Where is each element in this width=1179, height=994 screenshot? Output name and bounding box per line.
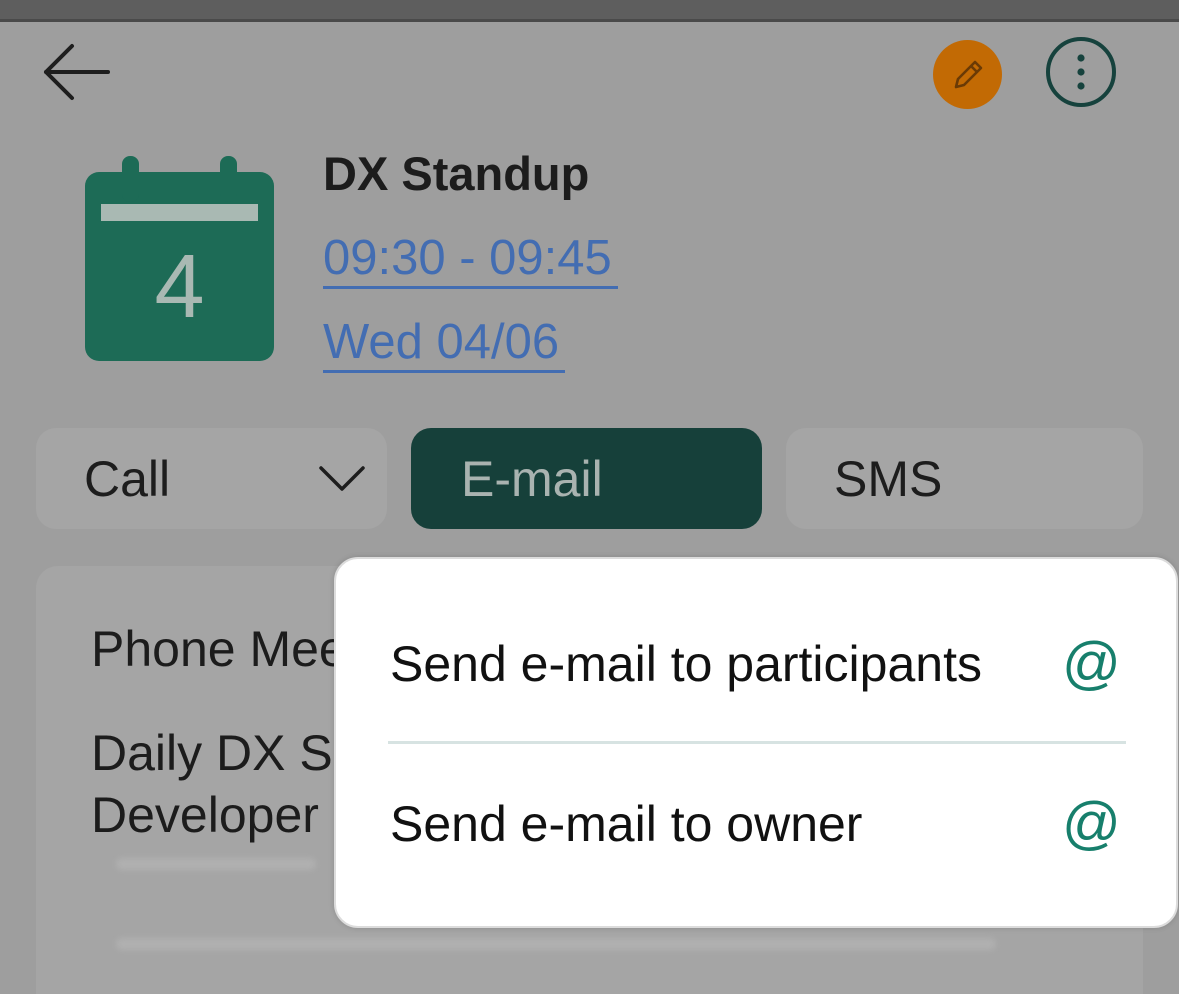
email-options-menu: Send e-mail to participants @ Send e-mai… [334, 557, 1178, 928]
description-line: Developer [91, 787, 319, 843]
sms-button-label: SMS [834, 450, 943, 507]
event-title: DX Standup [323, 147, 590, 200]
sms-button[interactable]: SMS [786, 428, 1143, 529]
vertical-dots-icon [1077, 54, 1085, 90]
chevron-down-icon [319, 466, 365, 491]
menu-item-label: Send e-mail to participants [390, 636, 982, 692]
menu-item-label: Send e-mail to owner [390, 796, 863, 852]
email-button-label: E-mail [461, 450, 603, 507]
pencil-icon [954, 60, 982, 88]
event-date-link[interactable]: Wed 04/06 [323, 315, 566, 373]
at-sign-icon: @ [1062, 791, 1121, 856]
blurred-text [116, 938, 996, 950]
more-options-button[interactable] [1046, 37, 1116, 107]
calendar-icon: 4 [84, 156, 275, 362]
call-button[interactable]: Call [36, 428, 387, 529]
description-line: Daily DX S [91, 725, 333, 781]
arrow-left-icon [44, 44, 110, 100]
calendar-day-number: 4 [154, 237, 205, 337]
email-button[interactable]: E-mail [411, 428, 762, 529]
send-email-participants-option[interactable]: Send e-mail to participants @ [336, 584, 1176, 744]
status-bar [0, 0, 1179, 22]
back-button[interactable] [40, 40, 116, 104]
at-sign-icon: @ [1062, 631, 1121, 696]
send-email-owner-option[interactable]: Send e-mail to owner @ [336, 744, 1176, 904]
description-line: Phone Mee [91, 621, 347, 677]
event-time-link[interactable]: 09:30 - 09:45 [323, 231, 618, 289]
edit-button[interactable] [933, 40, 1002, 109]
blurred-text [116, 858, 316, 870]
call-button-label: Call [84, 450, 171, 507]
